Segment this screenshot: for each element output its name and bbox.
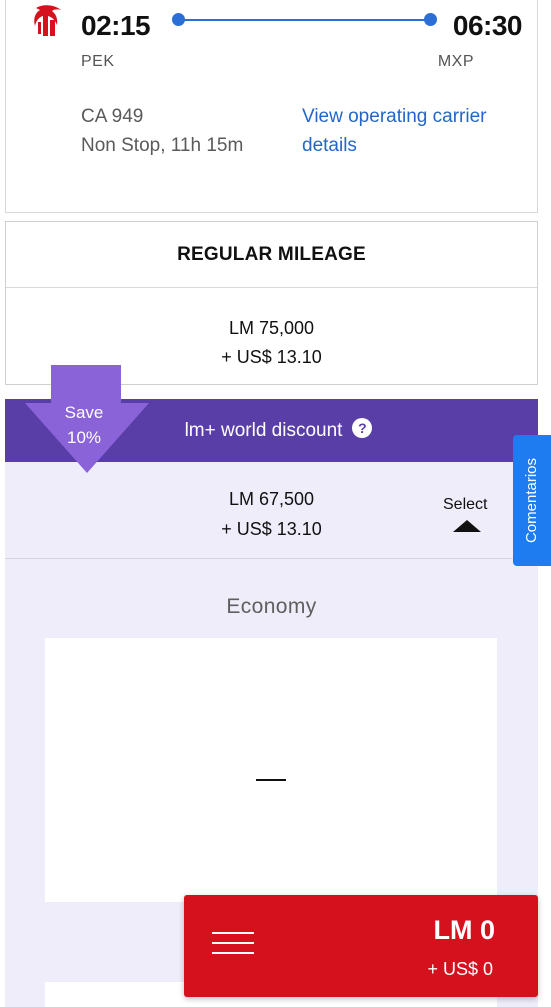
airline-logo bbox=[34, 5, 61, 36]
regular-mileage-title: REGULAR MILEAGE bbox=[6, 222, 537, 288]
cabin-value bbox=[256, 779, 286, 781]
menu-icon[interactable] bbox=[212, 930, 254, 956]
feedback-tab-label: Comentarios bbox=[523, 457, 541, 544]
feedback-tab[interactable]: Comentarios bbox=[513, 435, 551, 566]
discount-title: lm+ world discount bbox=[184, 419, 343, 441]
regular-miles: LM 75,000 bbox=[228, 318, 315, 338]
select-label[interactable]: Select bbox=[443, 496, 487, 514]
departure-time: 02:15 bbox=[81, 10, 151, 41]
discount-option[interactable]: LM 67,500 + US$ 13.10 Select bbox=[5, 462, 538, 559]
booking-summary-bar[interactable]: LM 0 + US$ 0 bbox=[184, 895, 538, 997]
arrival-time: 06:30 bbox=[452, 10, 523, 41]
summary-miles: LM 0 bbox=[433, 915, 495, 945]
flight-number: CA 949 bbox=[81, 106, 144, 127]
flight-duration: Non Stop, 11h 15m bbox=[81, 135, 244, 156]
regular-mileage-price: LM 75,000 + US$ 13.10 bbox=[6, 288, 537, 372]
cabin-title: Economy bbox=[226, 595, 317, 618]
route-start-dot bbox=[172, 13, 185, 26]
save-percent: 10% bbox=[66, 428, 102, 447]
help-icon[interactable]: ? bbox=[352, 417, 373, 438]
route-line bbox=[179, 19, 431, 21]
discount-price: LM 67,500 + US$ 13.10 bbox=[5, 484, 538, 544]
regular-mileage-option[interactable]: REGULAR MILEAGE LM 75,000 + US$ 13.10 bbox=[5, 221, 538, 385]
page: 02:15 06:30 PEK MXP CA 949 Non Stop, 11h… bbox=[0, 0, 551, 1007]
origin-code: PEK bbox=[81, 53, 115, 70]
summary-fees: + US$ 0 bbox=[427, 959, 493, 979]
save-label: Save bbox=[64, 403, 104, 422]
destination-code: MXP bbox=[437, 53, 474, 70]
save-badge-text: Save 10% bbox=[48, 400, 120, 450]
cabin-card[interactable] bbox=[45, 638, 497, 902]
operating-carrier-link[interactable]: View operating carrier details bbox=[302, 102, 522, 160]
flight-card: 02:15 06:30 PEK MXP CA 949 Non Stop, 11h… bbox=[5, 0, 538, 213]
route-end-dot bbox=[424, 13, 437, 26]
caret-up-icon[interactable] bbox=[453, 520, 481, 532]
